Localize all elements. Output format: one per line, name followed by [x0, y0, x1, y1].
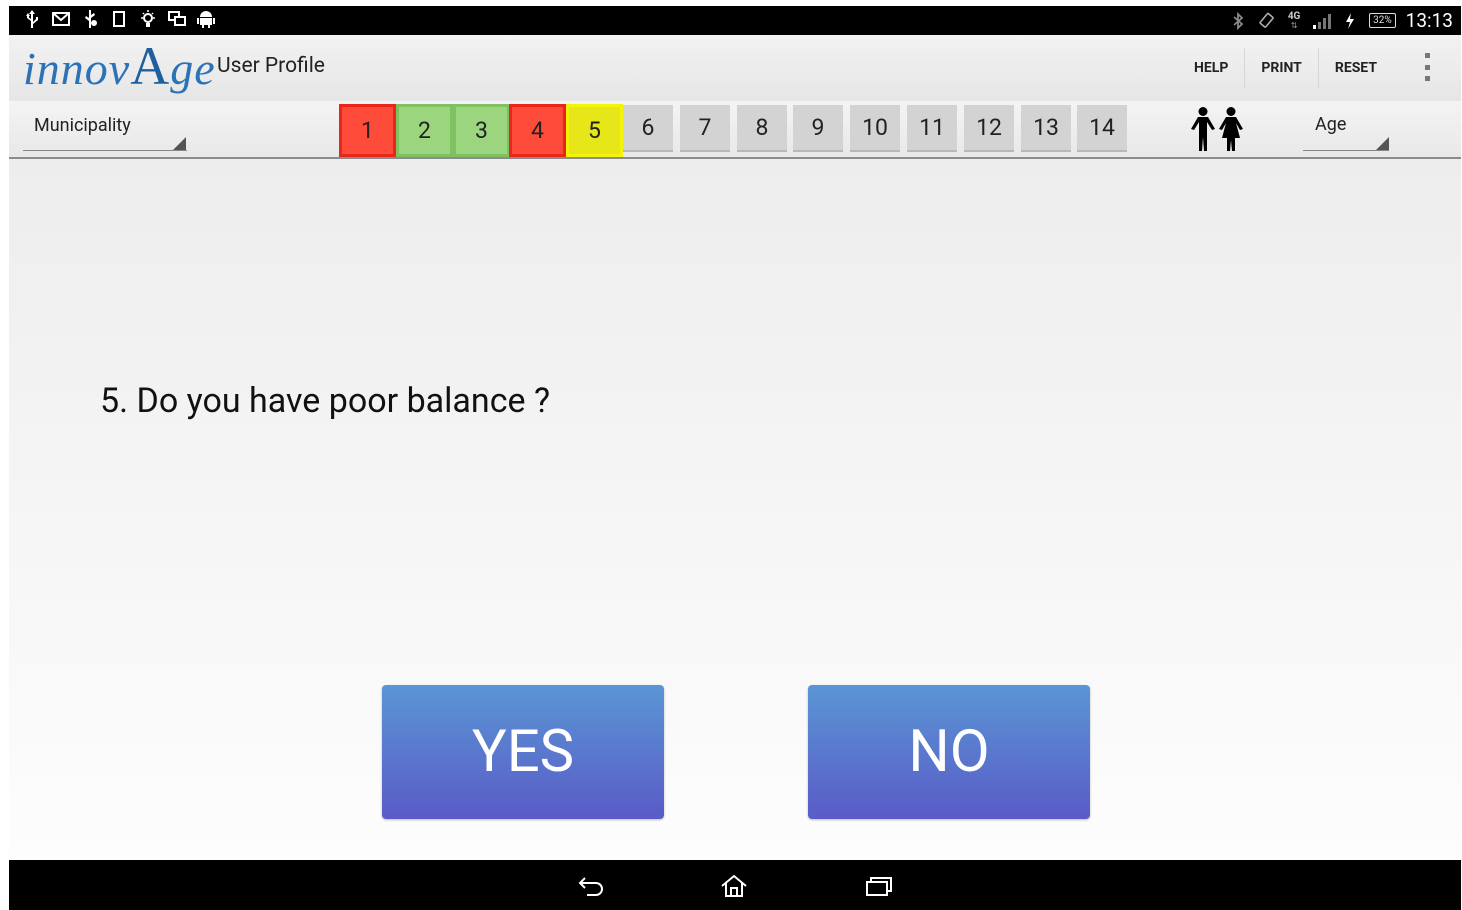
question-button-5[interactable]: 5: [566, 104, 623, 157]
question-button-8[interactable]: 8: [737, 105, 787, 152]
municipality-label: Municipality: [34, 115, 131, 136]
data-arrows-icon: ⇅: [1290, 20, 1298, 30]
logo-text-innov: innov: [23, 43, 131, 94]
reset-button[interactable]: RESET: [1319, 48, 1393, 88]
spinner-underline: [23, 150, 187, 151]
question-button-14[interactable]: 14: [1077, 105, 1127, 152]
gmail-icon: [52, 10, 70, 28]
spinner-arrow-icon: [1376, 137, 1389, 150]
page-title: User Profile: [217, 54, 325, 78]
question-button-10[interactable]: 10: [850, 105, 900, 152]
rotation-lock-icon: [1257, 12, 1275, 30]
question-button-12[interactable]: 12: [964, 105, 1014, 152]
sync-icon: [168, 10, 186, 28]
question-nav-bar: Municipality 1 2 3 4 5 6 7 8 9 10 11 12 13 14 Age: [9, 101, 1461, 159]
question-button-3[interactable]: 3: [453, 104, 510, 157]
print-button[interactable]: PRINT: [1245, 48, 1319, 88]
system-nav-bar: [9, 860, 1461, 910]
home-icon[interactable]: [720, 872, 748, 900]
notification-icons: [23, 10, 215, 28]
logo-text-a: A: [130, 36, 171, 96]
android-icon: [197, 10, 215, 28]
question-button-1[interactable]: 1: [339, 104, 396, 157]
logo-text-ge: ge: [170, 43, 216, 94]
system-status-icons: 4G ⇅ 32% 13:13: [1229, 8, 1453, 33]
spinner-arrow-icon: [173, 137, 186, 150]
help-button[interactable]: HELP: [1178, 48, 1246, 88]
question-button-13[interactable]: 13: [1021, 105, 1071, 152]
spinner-underline: [1303, 150, 1389, 151]
question-button-11[interactable]: 11: [907, 105, 957, 152]
usb-icon: [23, 10, 41, 28]
overflow-menu-icon[interactable]: [1425, 53, 1431, 81]
question-button-7[interactable]: 7: [680, 105, 730, 152]
network-type-label: 4G: [1287, 10, 1301, 22]
age-spinner[interactable]: Age: [1303, 101, 1403, 155]
recent-apps-icon[interactable]: [865, 872, 893, 900]
network-4g-icon: 4G ⇅: [1285, 10, 1303, 30]
action-bar: innovAge User Profile HELP PRINT RESET: [9, 35, 1461, 102]
bluetooth-icon: [1229, 11, 1247, 30]
gender-icon[interactable]: [1189, 107, 1247, 151]
screenshot-icon: [110, 10, 128, 28]
back-icon[interactable]: [576, 872, 604, 900]
charging-icon: [1341, 12, 1359, 30]
status-bar: 4G ⇅ 32% 13:13: [9, 6, 1461, 35]
question-text: 5. Do you have poor balance ?: [100, 381, 551, 421]
usb-debug-icon: [81, 10, 99, 28]
municipality-spinner[interactable]: Municipality: [23, 101, 193, 155]
question-button-2[interactable]: 2: [396, 104, 453, 157]
age-label: Age: [1315, 114, 1347, 135]
question-button-9[interactable]: 9: [793, 105, 843, 152]
action-buttons: HELP PRINT RESET: [1178, 35, 1393, 101]
question-button-6[interactable]: 6: [623, 105, 673, 152]
yes-button[interactable]: YES: [382, 685, 664, 819]
no-button[interactable]: NO: [808, 685, 1090, 819]
lightbulb-icon: [139, 10, 157, 28]
signal-icon: [1313, 12, 1332, 30]
screen: 4G ⇅ 32% 13:13 innovAge User Profile HEL…: [9, 6, 1461, 910]
clock: 13:13: [1405, 9, 1453, 32]
battery-level: 32%: [1369, 13, 1396, 28]
app-logo: innovAge: [23, 35, 216, 97]
question-button-4[interactable]: 4: [509, 104, 566, 157]
question-panel: 5. Do you have poor balance ? YES NO: [9, 159, 1461, 860]
